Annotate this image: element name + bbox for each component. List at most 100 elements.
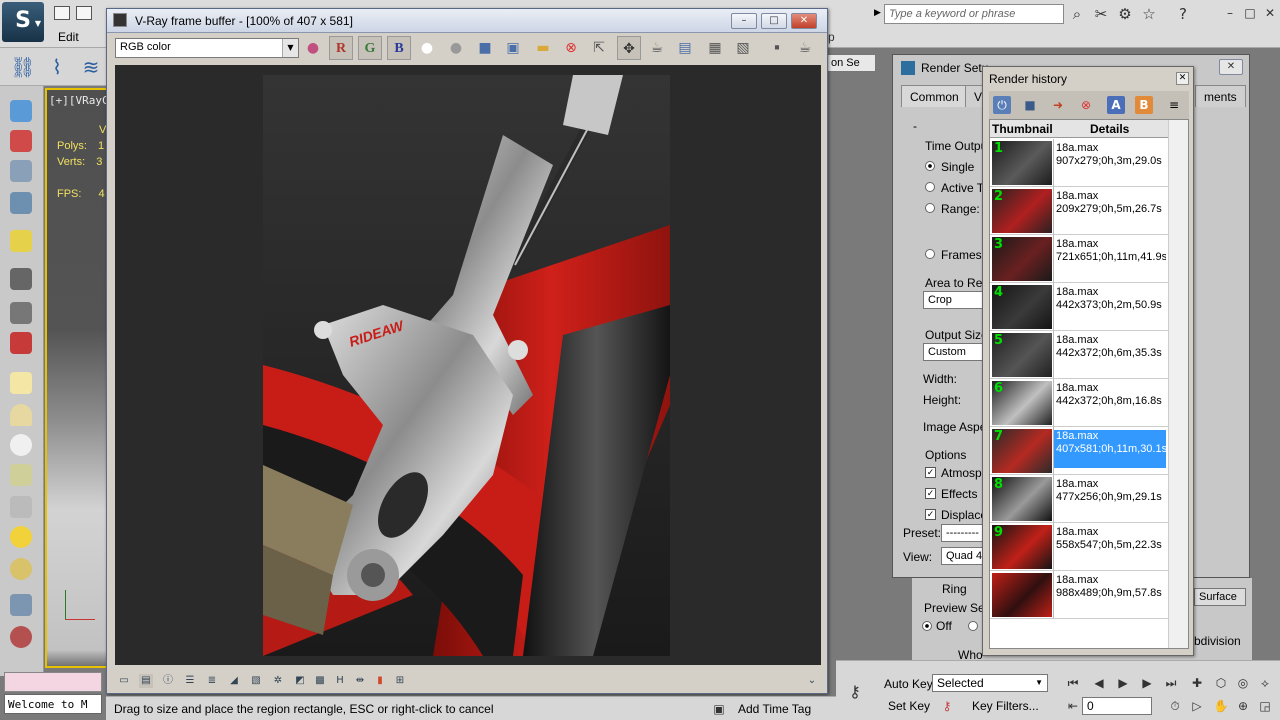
- color-corrections-icon[interactable]: ▭: [117, 674, 131, 688]
- history-row[interactable]: 9 18a.max 558x547;0h,5m,22.3s: [990, 523, 1168, 571]
- frames-radio[interactable]: [925, 249, 935, 259]
- zoom-icon[interactable]: ✚: [1188, 674, 1206, 692]
- render-frame-icon[interactable]: [10, 332, 32, 354]
- single-radio[interactable]: [925, 161, 935, 171]
- vfb-close-button[interactable]: ✕: [791, 13, 817, 29]
- channel-select[interactable]: RGB color ▼: [115, 38, 299, 58]
- preset-dropdown[interactable]: ---------: [941, 524, 985, 542]
- link-icon[interactable]: ⛓: [10, 54, 36, 80]
- current-frame-field[interactable]: 0: [1082, 697, 1152, 715]
- fur-icon[interactable]: [10, 594, 32, 616]
- effects-checkbox[interactable]: ✓: [925, 488, 936, 499]
- curve-icon[interactable]: ◢: [227, 674, 241, 688]
- auto-key-button[interactable]: Auto Key: [884, 677, 933, 691]
- clear-image-icon[interactable]: ⊗: [559, 36, 583, 60]
- load-image-icon[interactable]: ▬: [531, 36, 555, 60]
- view-dropdown[interactable]: Quad 4: [941, 547, 985, 565]
- app-logo-button[interactable]: S ▼: [2, 2, 44, 42]
- history-row[interactable]: 4 18a.max 442x373;0h,2m,50.9s: [990, 283, 1168, 331]
- field-of-view-icon[interactable]: ⟡: [1256, 674, 1274, 692]
- vfb-titlebar[interactable]: V-Ray frame buffer - [100% of 407 x 581]…: [107, 9, 827, 33]
- history-row[interactable]: 8 18a.max 477x256;0h,9m,29.1s: [990, 475, 1168, 523]
- save-image-icon[interactable]: ■: [473, 36, 497, 60]
- exposure-icon[interactable]: ☰: [183, 674, 197, 688]
- close-icon[interactable]: ✕: [1262, 5, 1278, 21]
- viewport-select-dropdown[interactable]: on Se: [826, 54, 876, 72]
- dolly-icon[interactable]: ⊕: [1234, 697, 1252, 715]
- dome-light-icon[interactable]: [10, 558, 32, 580]
- pan-icon[interactable]: ▷: [1188, 697, 1206, 715]
- compare-ab-icon[interactable]: ⇹: [353, 674, 367, 688]
- key-mode-icon[interactable]: ⇤: [1064, 697, 1082, 715]
- preview-off-radio[interactable]: [922, 621, 932, 631]
- remove-icon[interactable]: ⊗: [1077, 96, 1095, 114]
- vfb-maximize-button[interactable]: □: [761, 13, 787, 29]
- light-icon[interactable]: [10, 230, 32, 252]
- render-history-list[interactable]: Thumbnail Details 1 18a.max 907x279;0h,3m,…: [989, 119, 1189, 649]
- key-icon[interactable]: ⚷: [846, 683, 864, 701]
- area-to-render-dropdown[interactable]: Crop: [923, 291, 983, 309]
- prev-frame-icon[interactable]: ◀: [1090, 674, 1108, 692]
- maxscript-listener-mini[interactable]: [4, 672, 102, 692]
- render-last-icon[interactable]: ☕: [645, 36, 669, 60]
- ring-label[interactable]: Ring: [942, 582, 967, 596]
- displacement-checkbox[interactable]: ✓: [925, 509, 936, 520]
- history-row[interactable]: 1 18a.max 907x279;0h,3m,29.0s: [990, 139, 1168, 187]
- vfb-render-canvas[interactable]: RIDEAW: [115, 65, 821, 665]
- search-input[interactable]: Type a keyword or phrase: [884, 4, 1064, 24]
- max-toggle-icon[interactable]: ◲: [1256, 697, 1274, 715]
- teapot-small-icon[interactable]: [10, 464, 32, 486]
- save-icon[interactable]: ■: [1021, 96, 1039, 114]
- render-history-close-button[interactable]: ✕: [1176, 72, 1189, 85]
- search-expand-icon[interactable]: ▶: [874, 7, 881, 18]
- render-icon[interactable]: [10, 302, 32, 324]
- output-size-dropdown[interactable]: Custom: [923, 343, 983, 361]
- vfb-minimize-button[interactable]: –: [731, 13, 757, 29]
- set-a-icon[interactable]: A: [1107, 96, 1125, 114]
- menu-edit[interactable]: Edit: [58, 30, 79, 44]
- green-channel-button[interactable]: G: [358, 36, 382, 60]
- history-row[interactable]: 7 18a.max 407x581;0h,11m,30.1s: [990, 427, 1168, 475]
- next-frame-icon[interactable]: ▶: [1138, 674, 1156, 692]
- proxy-icon[interactable]: [10, 626, 32, 648]
- set-key-button[interactable]: Set Key: [888, 699, 930, 713]
- key-filters-button[interactable]: Key Filters...: [972, 699, 1039, 713]
- tab-common[interactable]: Common: [901, 85, 968, 107]
- set-key-icon[interactable]: ⚷: [938, 697, 956, 715]
- rollout-collapse[interactable]: -: [913, 119, 917, 133]
- history-row[interactable]: 2 18a.max 209x279;0h,5m,26.7s: [990, 187, 1168, 235]
- binoculars-icon[interactable]: ⌕: [1068, 5, 1086, 23]
- history-row[interactable]: 6 18a.max 442x372;0h,8m,16.8s: [990, 379, 1168, 427]
- track-mouse-icon[interactable]: ✥: [617, 36, 641, 60]
- region-render-icon[interactable]: ▦: [703, 36, 727, 60]
- column-thumbnail[interactable]: Thumbnail: [992, 122, 1053, 136]
- preview-subobj-radio[interactable]: [968, 621, 978, 631]
- range-radio[interactable]: [925, 203, 935, 213]
- play-icon[interactable]: ▶: [1114, 674, 1132, 692]
- white-balance-icon[interactable]: ≣: [205, 674, 219, 688]
- walk-icon[interactable]: ✋: [1212, 697, 1230, 715]
- lens-icon[interactable]: ▩: [313, 674, 327, 688]
- red-channel-button[interactable]: R: [329, 36, 353, 60]
- history-row[interactable]: 5 18a.max 442x372;0h,6m,35.3s: [990, 331, 1168, 379]
- zoom-all-icon[interactable]: ⬡: [1212, 674, 1230, 692]
- time-tag-icon[interactable]: ▣: [710, 700, 728, 718]
- orbit-icon[interactable]: ◎: [1234, 674, 1252, 692]
- cone-icon[interactable]: [10, 496, 32, 518]
- maximize-icon[interactable]: □: [1242, 5, 1258, 21]
- history-row[interactable]: 18a.max 988x489;0h,9m,57.8s: [990, 571, 1168, 619]
- render-history-scrollbar[interactable]: [1168, 120, 1188, 648]
- teapot-icon[interactable]: [10, 100, 32, 122]
- viewport-label[interactable]: [+][VRayC: [49, 94, 109, 107]
- time-config-icon[interactable]: ⏱: [1166, 697, 1184, 715]
- surface-dropdown[interactable]: Surface: [1194, 588, 1246, 606]
- copy-to-max-vfb-icon[interactable]: ⇱: [587, 36, 611, 60]
- tab-render-elements[interactable]: ments: [1195, 85, 1246, 107]
- lens-effects-icon[interactable]: ▤: [673, 36, 697, 60]
- history-icon[interactable]: H: [333, 674, 347, 688]
- color-mode-icon[interactable]: ●: [301, 36, 325, 60]
- subscription-icon[interactable]: ⚙: [1116, 5, 1134, 23]
- new-file-icon[interactable]: [54, 6, 70, 20]
- active-time-radio[interactable]: [925, 182, 935, 192]
- goto-end-icon[interactable]: ⏭: [1162, 674, 1180, 692]
